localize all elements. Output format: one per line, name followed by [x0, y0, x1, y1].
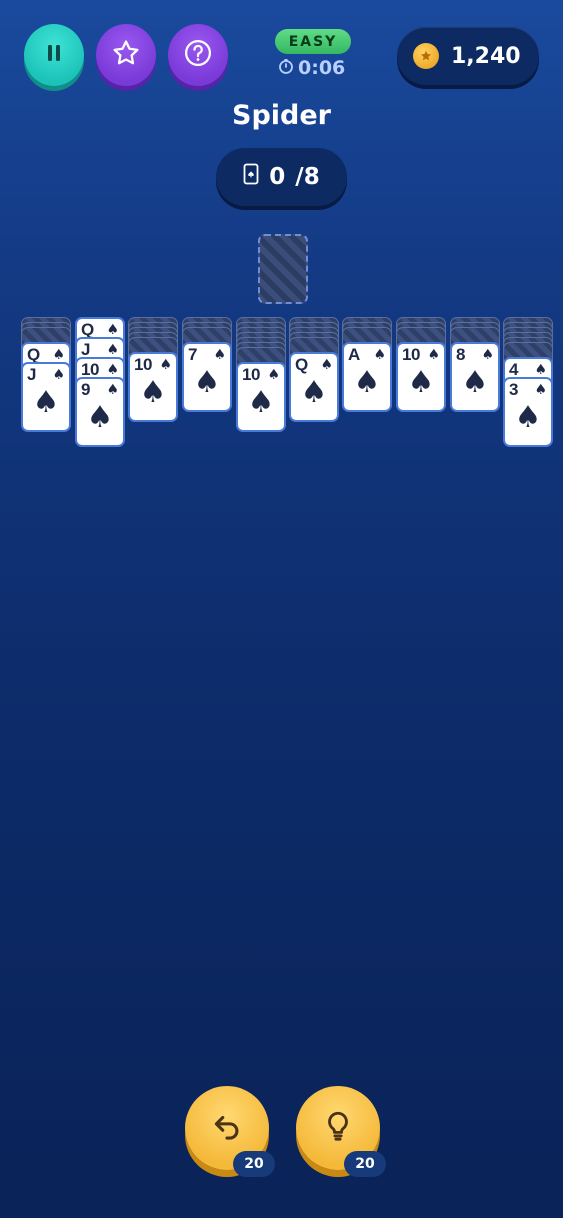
card-suit-large: ♠	[86, 400, 114, 435]
stopwatch-icon	[278, 57, 294, 79]
playing-card[interactable]: 10♠♠	[396, 342, 446, 412]
card-rank: 7	[188, 345, 197, 364]
help-icon	[183, 38, 213, 72]
card-suit-small: ♠	[427, 347, 440, 363]
card-suit-large: ♠	[407, 365, 435, 400]
pause-icon	[43, 42, 65, 68]
coin-icon	[413, 43, 439, 69]
playing-card[interactable]: Q♠♠	[289, 352, 339, 422]
card-suit-large: ♠	[32, 385, 60, 420]
playing-card[interactable]: 7 ♠ ♠	[182, 342, 232, 412]
total-count: /8	[295, 164, 320, 190]
playing-card[interactable]: 8 ♠ ♠	[450, 342, 500, 412]
card-rank: 10	[134, 355, 152, 374]
playing-card[interactable]: A ♠ ♠	[342, 342, 392, 412]
card-suit-small: ♠	[320, 357, 333, 373]
card-suit-large: ♠	[514, 400, 542, 435]
card-suit-small: ♠	[159, 357, 172, 373]
card-suit-large: ♠	[193, 365, 221, 400]
playing-card[interactable]: 10♠♠	[128, 352, 178, 422]
card-rank: J	[27, 365, 36, 384]
card-suit-large: ♠	[300, 375, 328, 410]
lightbulb-icon	[321, 1109, 355, 1147]
stock-pile[interactable]	[258, 234, 308, 304]
hint-count-badge: 20	[344, 1151, 386, 1177]
card-suit-small: ♠	[267, 367, 280, 383]
card-suit-small: ♠	[213, 347, 226, 363]
difficulty-badge: EASY	[275, 29, 351, 54]
card-rank: A	[348, 345, 360, 364]
card-rank: 3	[509, 380, 518, 399]
timer: 0:06	[278, 57, 345, 79]
card-suit-small: ♠	[106, 342, 119, 358]
card-suit-large: ♠	[461, 365, 489, 400]
card-rank: Q	[295, 355, 308, 374]
playing-card[interactable]: 9 ♠ ♠	[75, 377, 125, 447]
undo-icon	[210, 1109, 244, 1147]
playing-card[interactable]: 3 ♠ ♠	[503, 377, 553, 447]
playing-card[interactable]: J♠♠	[21, 362, 71, 432]
help-button[interactable]	[168, 24, 228, 86]
card-suit-small: ♠	[534, 382, 547, 398]
card-suit-small: ♠	[106, 382, 119, 398]
page-title: Spider	[232, 100, 331, 131]
card-suit-small: ♠	[106, 362, 119, 378]
favorite-button[interactable]	[96, 24, 156, 86]
coin-balance[interactable]: 1,240	[397, 27, 539, 85]
card-suit-small: ♠	[534, 362, 547, 378]
card-suit-small: ♠	[52, 367, 65, 383]
card-rank: 8	[456, 345, 465, 364]
card-suit-large: ♠	[353, 365, 381, 400]
completed-sets-counter: 0 /8	[216, 148, 347, 206]
card-rank: 10	[242, 365, 260, 384]
pause-button[interactable]	[24, 24, 84, 86]
card-rank: 9	[81, 380, 90, 399]
card-suit-small: ♠	[106, 322, 119, 338]
card-icon	[243, 163, 259, 191]
card-suit-large: ♠	[247, 385, 275, 420]
card-suit-small: ♠	[52, 347, 65, 363]
star-icon	[111, 38, 141, 72]
undo-count-badge: 20	[233, 1151, 275, 1177]
playing-card[interactable]: 10♠♠	[236, 362, 286, 432]
card-suit-small: ♠	[481, 347, 494, 363]
completed-count: 0	[269, 164, 286, 190]
card-suit-large: ♠	[139, 375, 167, 410]
card-suit-small: ♠	[373, 347, 386, 363]
timer-value: 0:06	[298, 57, 346, 79]
coin-value: 1,240	[451, 43, 521, 69]
card-rank: 10	[402, 345, 420, 364]
